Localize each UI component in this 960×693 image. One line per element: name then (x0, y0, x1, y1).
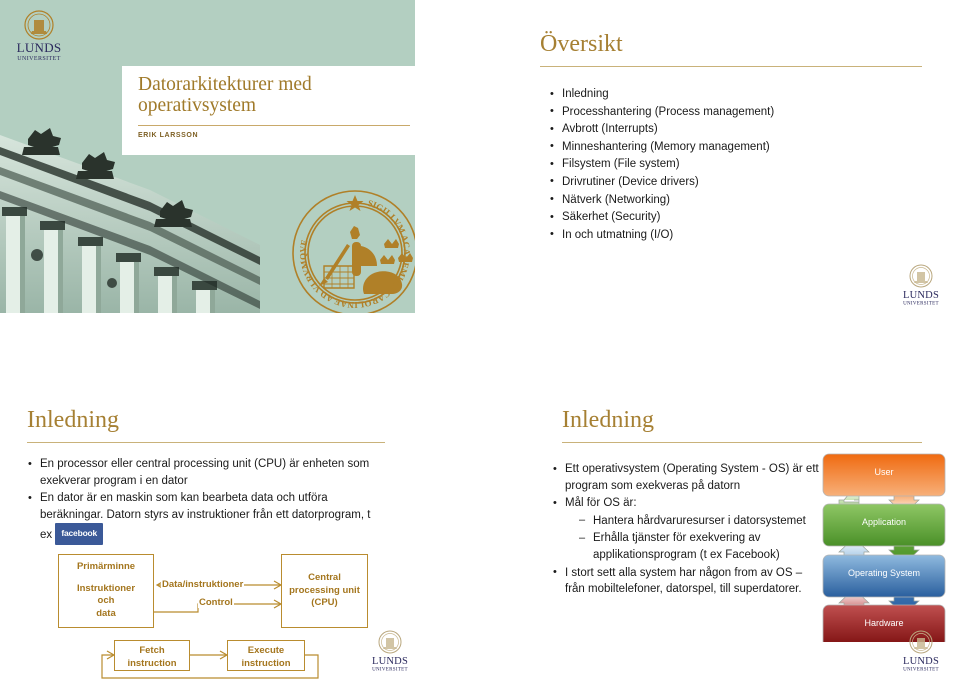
list-item: Filsystem (File system) (548, 156, 948, 173)
memory-block: Primärminne Instruktioner och data (58, 554, 154, 628)
presentation-title: Datorarkitekturer med operativsystem (138, 74, 312, 116)
memory-line-3: data (96, 607, 116, 619)
memory-line-1: Instruktioner (76, 582, 136, 594)
list-item: En dator är en maskin som kan bearbeta d… (26, 490, 374, 545)
heading-divider-inledning-2 (562, 442, 922, 443)
list-item: Processhantering (Process management) (548, 103, 948, 121)
memory-title: Primärminne (76, 561, 136, 572)
list-item: Säkerhet (Security) (548, 209, 948, 226)
list-item-sub: Hantera hårdvaruresurser i datorsystemet (579, 512, 823, 530)
presentation-author: ERIK LARSSON (138, 132, 199, 139)
title-divider (138, 125, 410, 126)
list-item: En processor eller central processing un… (26, 455, 374, 489)
university-seal-icon: SIGILLVM ACADEMIAE CAROLINAE AD VI RVMQV… (288, 186, 415, 313)
edge-label-control: Control (198, 597, 234, 608)
page-title-oversikt: Översikt (540, 31, 623, 57)
execute-line-1: Execute (247, 645, 285, 656)
list-item: Avbrott (Interrupts) (548, 121, 948, 138)
inledning-1-bullet-list: En processor eller central processing un… (26, 455, 374, 546)
execute-line-2: instruction (241, 657, 291, 669)
cpu-line-2: processing unit (289, 584, 360, 596)
execute-instruction-block: Execute instruction (227, 640, 305, 671)
oversikt-bullet-list: Inledning Processhantering (Process mana… (548, 86, 948, 244)
list-item: Inledning (548, 86, 948, 103)
svg-text:LUNDS: LUNDS (903, 656, 939, 667)
svg-text:UNIVERSITET: UNIVERSITET (372, 668, 408, 673)
svg-text:LUNDS: LUNDS (372, 656, 408, 667)
slide-title: SIGILLVM ACADEMIAE CAROLINAE AD VI RVMQV… (0, 0, 480, 347)
page-title-inledning-2: Inledning (562, 407, 654, 433)
cpu-line-1: Central (308, 572, 341, 583)
list-item: Nätverk (Networking) (548, 191, 948, 209)
inledning-2-bullet-list: Ett operativsystem (Operating System - O… (551, 460, 823, 599)
lund-university-logo-small: LUNDS UNIVERSITET (366, 628, 414, 674)
memory-line-2: och (97, 595, 115, 606)
svg-text:LUNDS: LUNDS (903, 290, 939, 301)
list-item-sub: Erhålla tjänster för exekvering av appli… (579, 530, 823, 563)
list-item: Mål för OS är: (551, 495, 823, 512)
list-item: I stort sett alla system har någon from … (551, 564, 823, 598)
list-item: Ett operativsystem (Operating System - O… (551, 460, 823, 494)
list-item: Drivrutiner (Device drivers) (548, 173, 948, 191)
title-green-panel: SIGILLVM ACADEMIAE CAROLINAE AD VI RVMQV… (0, 0, 415, 313)
fetch-line-2: instruction (127, 657, 177, 669)
svg-text:LUNDS: LUNDS (17, 40, 62, 55)
list-item: Minneshantering (Memory management) (548, 138, 948, 156)
lund-university-logo-small: LUNDS UNIVERSITET (897, 262, 945, 308)
page-title-inledning-1: Inledning (27, 407, 119, 433)
fetch-line-1: Fetch (139, 645, 165, 656)
slide-deck-page: SIGILLVM ACADEMIAE CAROLINAE AD VI RVMQV… (0, 0, 960, 693)
cpu-line-3: (CPU) (311, 597, 338, 608)
lund-university-logo: LUNDS UNIVERSITET (8, 8, 70, 66)
svg-text:UNIVERSITET: UNIVERSITET (903, 668, 939, 673)
title-card: Datorarkitekturer med operativsystem ERI… (122, 66, 419, 155)
heading-divider-inledning-1 (27, 442, 385, 443)
fetch-instruction-block: Fetch instruction (114, 640, 190, 671)
heading-divider-oversikt (540, 66, 922, 67)
cpu-block-diagram: Primärminne Instruktioner och data Centr… (58, 554, 368, 684)
os-layer-stack-diagram: User Application Operating System Hardwa… (818, 452, 950, 642)
svg-text:UNIVERSITET: UNIVERSITET (903, 302, 939, 307)
list-item: In och utmatning (I/O) (548, 226, 948, 244)
facebook-logo: facebook (55, 523, 104, 545)
lund-university-logo-small: LUNDS UNIVERSITET (897, 628, 945, 674)
edge-label-data: Data/instruktioner (161, 579, 245, 590)
svg-text:UNIVERSITET: UNIVERSITET (17, 56, 60, 62)
cpu-block: Central processing unit (CPU) (281, 554, 368, 628)
